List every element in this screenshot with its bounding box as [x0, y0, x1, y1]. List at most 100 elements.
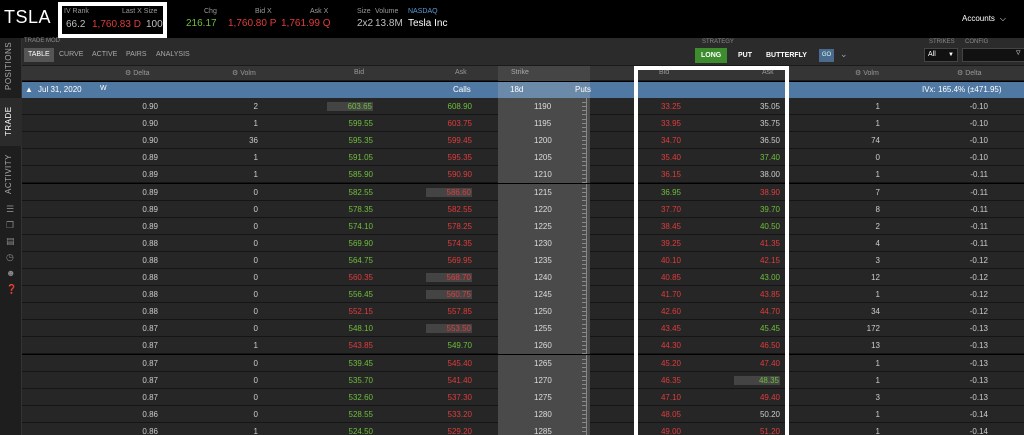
table-row[interactable]: 0.88 0 560.35 568.70 1240 40.85 43.00 12 -0.12 — [22, 269, 1024, 287]
call-ask-cell[interactable]: 578.25 — [426, 222, 472, 231]
call-ask-cell[interactable]: 533.20 — [426, 410, 472, 419]
list-icon[interactable]: ☰ — [6, 204, 14, 215]
call-bid-cell[interactable]: 539.45 — [327, 359, 373, 368]
col-put-volm[interactable]: ⚙ Volm — [855, 69, 879, 77]
col-strike[interactable]: Strike — [511, 69, 529, 76]
call-bid-cell[interactable]: 599.55 — [327, 119, 373, 128]
put-ask-cell[interactable]: 50.20 — [734, 410, 780, 419]
put-bid-cell[interactable]: 41.70 — [635, 290, 681, 299]
put-ask-cell[interactable]: 43.00 — [734, 273, 780, 282]
call-bid-cell[interactable]: 578.35 — [327, 205, 373, 214]
clock-icon[interactable]: ◷ — [6, 252, 14, 263]
put-ask-cell[interactable]: 38.00 — [734, 170, 780, 179]
users-icon[interactable]: ☻ — [6, 268, 15, 278]
call-ask-cell[interactable]: 549.70 — [426, 341, 472, 350]
expiration-row[interactable]: ▲ Jul 31, 2020 W Calls 18d Puts IVx: 165… — [22, 82, 1024, 98]
put-ask-cell[interactable]: 37.40 — [734, 153, 780, 162]
strategy-long-button[interactable]: LONG — [695, 48, 728, 63]
call-bid-cell[interactable]: 548.10 — [327, 324, 373, 333]
put-bid-cell[interactable]: 44.30 — [635, 341, 681, 350]
symbol-title[interactable]: TSLA — [4, 7, 51, 28]
put-ask-cell[interactable]: 46.50 — [734, 341, 780, 350]
table-row[interactable]: 0.89 1 585.90 590.90 1210 36.15 38.00 1 -0.11 — [22, 166, 1024, 184]
config-input[interactable] — [962, 48, 1024, 62]
put-ask-cell[interactable]: 51.20 — [734, 427, 780, 435]
call-ask-cell[interactable]: 541.40 — [426, 376, 472, 385]
table-row[interactable]: 0.86 1 524.50 529.20 1285 49.00 51.20 1 -0.14 — [22, 422, 1024, 435]
call-bid-cell[interactable]: 582.55 — [327, 188, 373, 197]
copy-icon[interactable]: ❐ — [6, 220, 14, 231]
put-ask-cell[interactable]: 44.70 — [734, 307, 780, 316]
strikes-select[interactable]: All ▼ — [924, 48, 958, 62]
call-ask-cell[interactable]: 545.40 — [426, 359, 472, 368]
put-ask-cell[interactable]: 35.05 — [734, 102, 780, 111]
put-bid-cell[interactable]: 35.40 — [635, 153, 681, 162]
table-row[interactable]: 0.87 1 543.85 549.70 1260 44.30 46.50 13 -0.13 — [22, 337, 1024, 355]
call-bid-cell[interactable]: 532.60 — [327, 393, 373, 402]
table-row[interactable]: 0.87 0 539.45 545.40 1265 45.20 47.40 1 -0.13 — [22, 354, 1024, 372]
put-ask-cell[interactable]: 42.15 — [734, 256, 780, 265]
put-bid-cell[interactable]: 36.95 — [635, 188, 681, 197]
table-row[interactable]: 0.88 0 556.45 560.75 1245 41.70 43.85 1 -0.12 — [22, 286, 1024, 304]
put-bid-cell[interactable]: 36.15 — [635, 170, 681, 179]
table-row[interactable]: 0.87 0 548.10 553.50 1255 43.45 45.45 172 -0.13 — [22, 320, 1024, 338]
tab-active[interactable]: ACTIVE — [88, 48, 121, 62]
call-ask-cell[interactable]: 568.70 — [426, 273, 472, 282]
put-ask-cell[interactable]: 40.50 — [734, 222, 780, 231]
call-ask-cell[interactable]: 553.50 — [426, 324, 472, 334]
table-row[interactable]: 0.90 2 603.65 608.90 1190 33.25 35.05 1 -0.10 — [22, 98, 1024, 116]
strategy-butterfly-button[interactable]: BUTTERFLY — [760, 48, 813, 63]
go-button[interactable]: GO — [819, 49, 834, 62]
call-bid-cell[interactable]: 556.45 — [327, 290, 373, 299]
call-ask-cell[interactable]: 560.75 — [426, 290, 472, 300]
put-ask-cell[interactable]: 45.45 — [734, 324, 780, 333]
table-row[interactable]: 0.89 1 591.05 595.35 1205 35.40 37.40 0 -0.10 — [22, 149, 1024, 167]
tab-curve[interactable]: CURVE — [55, 48, 87, 62]
put-ask-cell[interactable]: 48.35 — [734, 375, 780, 385]
collapse-icon[interactable]: ▲ — [25, 85, 33, 94]
call-ask-cell[interactable]: 599.45 — [426, 136, 472, 145]
put-ask-cell[interactable]: 35.75 — [734, 119, 780, 128]
put-ask-cell[interactable]: 43.85 — [734, 290, 780, 299]
col-call-bid[interactable]: Bid — [354, 69, 364, 76]
table-row[interactable]: 0.90 36 595.35 599.45 1200 34.70 36.50 74 -0.10 — [22, 132, 1024, 150]
table-row[interactable]: 0.88 0 569.90 574.35 1230 39.25 41.35 4 -0.11 — [22, 234, 1024, 252]
col-put-bid[interactable]: Bid — [659, 69, 669, 76]
put-bid-cell[interactable]: 42.60 — [635, 307, 681, 316]
put-bid-cell[interactable]: 37.70 — [635, 205, 681, 214]
table-row[interactable]: 0.87 0 532.60 537.30 1275 47.10 49.40 3 -0.13 — [22, 388, 1024, 406]
help-icon[interactable]: ❓ — [6, 284, 17, 295]
table-row[interactable]: 0.88 0 564.75 569.95 1235 40.10 42.15 3 -0.12 — [22, 251, 1024, 269]
put-ask-cell[interactable]: 39.70 — [734, 205, 780, 214]
call-bid-cell[interactable]: 528.55 — [327, 410, 373, 419]
table-row[interactable]: 0.89 0 574.10 578.25 1225 38.45 40.50 2 -0.11 — [22, 217, 1024, 235]
call-bid-cell[interactable]: 535.70 — [327, 376, 373, 385]
col-call-ask[interactable]: Ask — [455, 69, 467, 76]
tab-table[interactable]: TABLE — [24, 48, 54, 62]
tab-analysis[interactable]: ANALYSIS — [152, 48, 194, 62]
call-bid-cell[interactable]: 564.75 — [327, 256, 373, 265]
table-row[interactable]: 0.87 0 535.70 541.40 1270 46.35 48.35 1 -0.13 — [22, 371, 1024, 389]
put-bid-cell[interactable]: 33.25 — [635, 102, 681, 111]
put-ask-cell[interactable]: 36.50 — [734, 136, 780, 145]
tab-pairs[interactable]: PAIRS — [122, 48, 151, 62]
table-row[interactable]: 0.90 1 599.55 603.75 1195 33.95 35.75 1 -0.10 — [22, 115, 1024, 133]
put-ask-cell[interactable]: 49.40 — [734, 393, 780, 402]
table-row[interactable]: 0.89 0 578.35 582.55 1220 37.70 39.70 8 -0.11 — [22, 200, 1024, 218]
table-row[interactable]: 0.89 0 582.55 586.60 1215 36.95 38.90 7 -0.11 — [22, 183, 1024, 201]
put-bid-cell[interactable]: 39.25 — [635, 239, 681, 248]
col-put-delta[interactable]: ⚙ Delta — [957, 69, 982, 77]
call-ask-cell[interactable]: 603.75 — [426, 119, 472, 128]
call-bid-cell[interactable]: 603.65 — [327, 102, 373, 111]
chevron-down-icon[interactable]: ⌄ — [840, 49, 848, 60]
put-bid-cell[interactable]: 46.35 — [635, 376, 681, 385]
put-bid-cell[interactable]: 40.10 — [635, 256, 681, 265]
put-ask-cell[interactable]: 41.35 — [734, 239, 780, 248]
put-bid-cell[interactable]: 47.10 — [635, 393, 681, 402]
call-bid-cell[interactable]: 569.90 — [327, 239, 373, 248]
call-bid-cell[interactable]: 595.35 — [327, 136, 373, 145]
call-ask-cell[interactable]: 529.20 — [426, 427, 472, 435]
put-ask-cell[interactable]: 47.40 — [734, 359, 780, 368]
tab-trade[interactable]: TRADE — [0, 98, 22, 146]
put-bid-cell[interactable]: 33.95 — [635, 119, 681, 128]
